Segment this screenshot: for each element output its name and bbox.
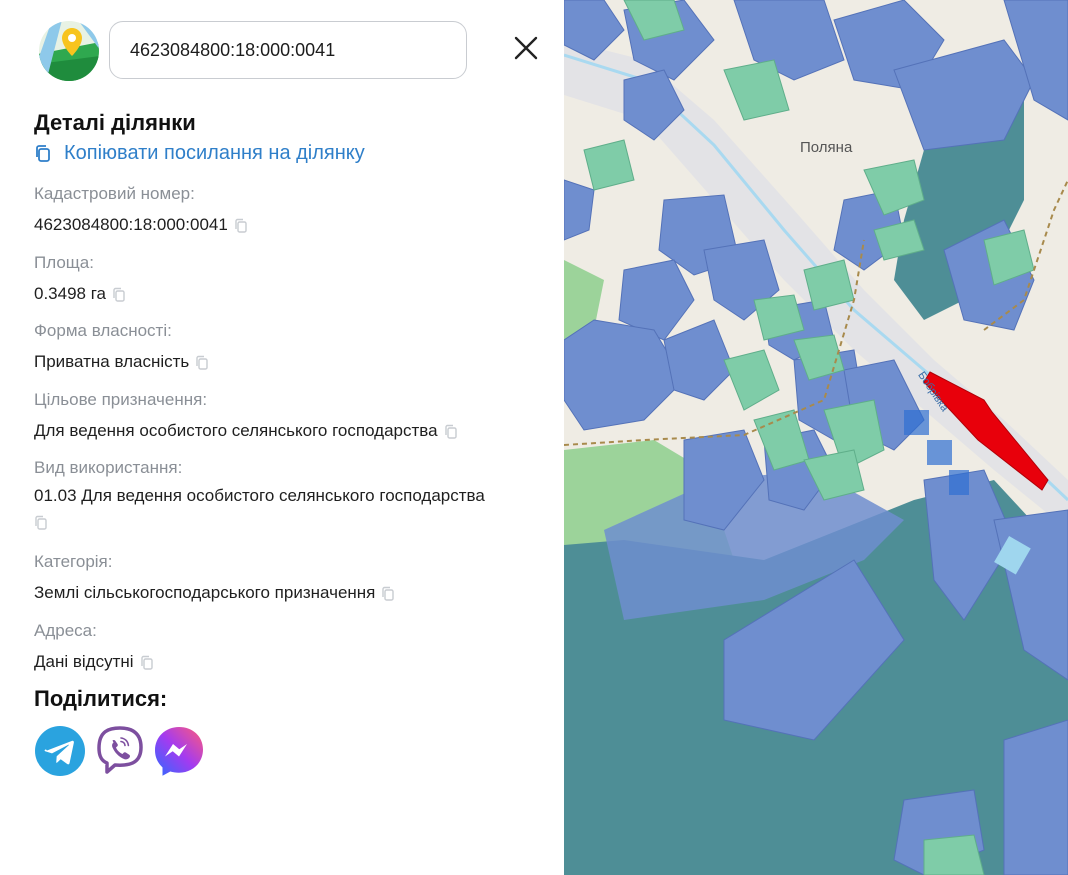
field-label: Вид використання: bbox=[34, 458, 183, 477]
copy-icon[interactable] bbox=[234, 218, 248, 234]
field-value: Дані відсутні bbox=[34, 650, 154, 674]
app-logo-icon[interactable] bbox=[38, 20, 100, 82]
field-ownership: Форма власності: Приватна власність bbox=[34, 321, 209, 374]
viber-icon[interactable] bbox=[94, 725, 146, 777]
field-value: Для ведення особистого селянського госпо… bbox=[34, 419, 458, 443]
place-label: Поляна bbox=[800, 139, 853, 156]
field-area: Площа: 0.3498 га bbox=[34, 253, 126, 306]
field-value: Приватна власність bbox=[34, 350, 209, 374]
field-value: 4623084800:18:000:0041 bbox=[34, 213, 248, 237]
copy-link-label: Копіювати посилання на ділянку bbox=[64, 142, 365, 164]
map-view[interactable]: Поляна Бобрівка bbox=[564, 0, 1068, 875]
close-icon[interactable] bbox=[512, 34, 540, 62]
field-label: Форма власності: bbox=[34, 321, 172, 340]
field-usage: Вид використання: 01.03 Для ведення особ… bbox=[34, 458, 544, 532]
share-title: Поділитися: bbox=[34, 686, 168, 711]
copy-icon[interactable] bbox=[140, 655, 154, 671]
field-label: Площа: bbox=[34, 253, 94, 272]
copy-icon[interactable] bbox=[444, 424, 458, 440]
copy-icon[interactable] bbox=[112, 287, 126, 303]
copy-icon[interactable] bbox=[34, 515, 48, 531]
panel-title: Деталі ділянки bbox=[34, 110, 196, 135]
field-value: Землі сільськогосподарського призначення bbox=[34, 581, 395, 605]
field-label: Категорія: bbox=[34, 552, 113, 571]
search-input[interactable] bbox=[109, 21, 467, 79]
copy-icon bbox=[36, 144, 50, 162]
copy-icon[interactable] bbox=[381, 586, 395, 602]
field-value: 0.3498 га bbox=[34, 282, 126, 306]
field-cadastral-number: Кадастровий номер: 4623084800:18:000:004… bbox=[34, 184, 248, 237]
field-label: Цільове призначення: bbox=[34, 390, 208, 409]
details-panel: Деталі ділянки Копіювати посилання на ді… bbox=[0, 0, 564, 875]
field-value: 01.03 Для ведення особистого селянського… bbox=[34, 484, 544, 532]
messenger-icon[interactable] bbox=[153, 725, 205, 777]
copy-link-button[interactable]: Копіювати посилання на ділянку bbox=[34, 142, 365, 165]
copy-icon[interactable] bbox=[195, 355, 209, 371]
field-category: Категорія: Землі сільськогосподарського … bbox=[34, 552, 395, 605]
map-canvas[interactable]: Поляна Бобрівка bbox=[564, 0, 1068, 875]
field-label: Кадастровий номер: bbox=[34, 184, 195, 203]
field-purpose: Цільове призначення: Для ведення особист… bbox=[34, 390, 458, 443]
field-address: Адреса: Дані відсутні bbox=[34, 621, 154, 674]
field-label: Адреса: bbox=[34, 621, 97, 640]
telegram-icon[interactable] bbox=[34, 725, 86, 777]
